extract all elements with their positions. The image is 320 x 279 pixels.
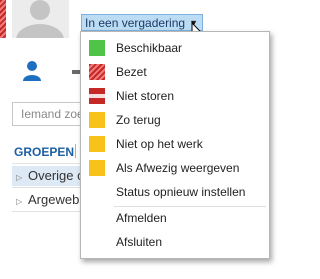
expand-triangle-icon[interactable]: ▷ [16,168,28,186]
avatar[interactable] [12,0,69,38]
menu-item-label: Afsluiten [116,235,163,249]
menu-item-zo-terug[interactable]: Zo terug [81,109,269,131]
group-label: Argeweb [28,192,80,207]
menu-item-reset-status[interactable]: Status opnieuw instellen [81,181,269,203]
menu-item-label: Niet op het werk [116,137,203,151]
avatar-silhouette-icon [16,0,64,38]
group-label: Overige c [28,168,84,183]
menu-item-beschikbaar[interactable]: Beschikbaar [81,37,269,59]
contacts-icon[interactable] [22,60,42,85]
status-dropdown-button[interactable]: In een vergadering ▼ [81,14,203,31]
menu-item-bezet[interactable]: Bezet [81,61,269,83]
menu-item-label: Niet storen [116,89,175,103]
menu-item-label: Afmelden [116,211,167,225]
divider [12,211,84,212]
menu-item-label: Als Afwezig weergeven [116,161,240,175]
divider [12,163,84,164]
tab-divider [75,144,76,158]
search-input[interactable]: Iemand zoe [12,102,84,126]
divider [12,187,84,188]
busy-status-icon [89,64,105,80]
menu-item-label: Zo terug [116,113,161,127]
status-menu: Beschikbaar Bezet Niet storen Zo terug N… [80,31,270,259]
menu-item-label: Beschikbaar [116,41,183,55]
menu-item-afmelden[interactable]: Afmelden [81,207,269,229]
menu-item-label: Bezet [116,65,147,79]
menu-item-niet-op-het-werk[interactable]: Niet op het werk [81,133,269,155]
expand-triangle-icon[interactable]: ▷ [16,192,28,210]
status-label: In een vergadering [85,15,186,30]
group-item[interactable]: ▷ Overige c [12,166,84,186]
group-item[interactable]: ▷ Argeweb [12,190,84,210]
menu-item-niet-storen[interactable]: Niet storen [81,85,269,107]
do-not-disturb-icon [89,88,105,104]
menu-item-als-afwezig-weergeven[interactable]: Als Afwezig weergeven [81,157,269,179]
off-work-icon [89,136,105,152]
menu-item-label: Status opnieuw instellen [116,185,246,199]
tab-groups-label: GROEPEN [14,145,75,159]
appear-away-icon [89,160,105,176]
tab-groups[interactable]: GROEPEN [14,145,74,159]
search-placeholder: Iemand zoe [21,107,84,121]
available-status-icon [89,40,105,56]
be-right-back-icon [89,112,105,128]
menu-item-afsluiten[interactable]: Afsluiten [81,231,269,253]
presence-stripe [0,0,6,38]
